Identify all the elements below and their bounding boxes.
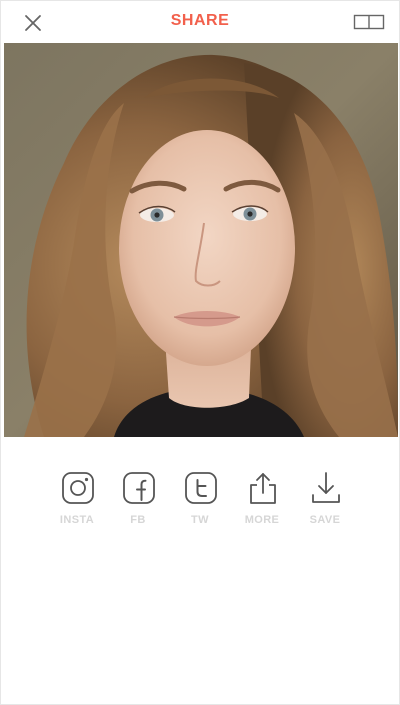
facebook-icon [123, 472, 155, 504]
twitter-icon [185, 472, 217, 504]
share-twitter-button[interactable]: TW [170, 471, 230, 533]
share-options-bar: INSTA FB TW MORE SAVE [1, 471, 399, 541]
instagram-icon [62, 472, 94, 504]
layout-toggle-button[interactable] [353, 12, 385, 32]
share-instagram-label: INSTA [59, 514, 95, 526]
share-instagram-button[interactable]: INSTA [47, 471, 107, 533]
share-more-button[interactable]: MORE [232, 471, 292, 533]
share-upload-icon [250, 473, 276, 504]
share-facebook-button[interactable]: FB [108, 471, 168, 533]
save-button[interactable]: SAVE [295, 471, 355, 533]
share-more-label: MORE [244, 514, 280, 526]
header-bar: SHARE [1, 1, 399, 43]
share-facebook-label: FB [130, 514, 146, 526]
download-icon [312, 472, 340, 503]
portrait-photo [4, 43, 398, 437]
page-title: SHARE [170, 12, 230, 29]
split-layout-icon [353, 14, 385, 30]
save-label: SAVE [309, 514, 341, 526]
share-twitter-label: TW [191, 514, 209, 526]
